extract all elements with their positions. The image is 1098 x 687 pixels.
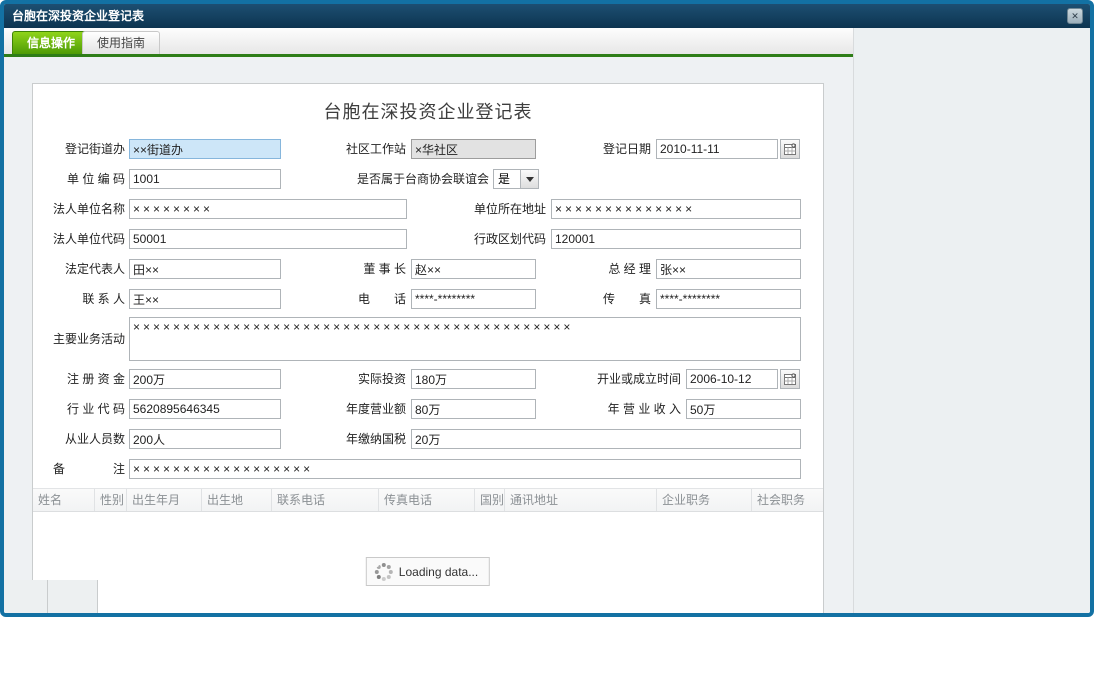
- contact-person-input[interactable]: [129, 289, 281, 309]
- field-label-contact-person: 联 系 人: [33, 289, 125, 309]
- field-label-opening-date: 开业或成立时间: [553, 369, 681, 389]
- legal-representative-input[interactable]: [129, 259, 281, 279]
- form-panel: 台胞在深投资企业登记表 登记街道办 社区工作站 登记日期: [32, 83, 824, 613]
- field-label-legal-representative: 法定代表人: [33, 259, 125, 279]
- register-date-input[interactable]: [656, 139, 778, 159]
- field-label-main-business: 主要业务活动: [33, 329, 125, 349]
- field-label-general-manager: 总 经 理: [553, 259, 651, 279]
- loading-indicator: Loading data...: [366, 557, 490, 586]
- field-label-fax: 传 真: [553, 289, 651, 309]
- field-label-legal-unit-code: 法人单位代码: [33, 229, 125, 249]
- calendar-icon: [784, 373, 797, 386]
- field-label-community-station: 社区工作站: [303, 139, 406, 159]
- field-label-legal-unit-name: 法人单位名称: [33, 199, 125, 219]
- tab-info-operation[interactable]: 信息操作: [12, 31, 90, 54]
- field-label-register-date: 登记日期: [553, 139, 651, 159]
- spinner-icon: [375, 563, 392, 580]
- tab-content: 台胞在深投资企业登记表 登记街道办 社区工作站 登记日期: [4, 57, 853, 613]
- admin-division-code-input[interactable]: [551, 229, 801, 249]
- field-label-annual-revenue: 年 营 业 收 入: [553, 399, 681, 419]
- industry-code-input[interactable]: [129, 399, 281, 419]
- page: 台胞在深投资企业登记表 ✕ 信息操作 使用指南 台胞在深投资企业登记表 登记街道…: [0, 0, 1098, 687]
- street-office-input[interactable]: [129, 139, 281, 159]
- right-empty-area: [853, 28, 1090, 613]
- legal-unit-name-input[interactable]: [129, 199, 407, 219]
- community-station-input[interactable]: [411, 139, 536, 159]
- remarks-input[interactable]: [129, 459, 801, 479]
- unit-address-input[interactable]: [551, 199, 801, 219]
- column-header-mailing-address[interactable]: 通讯地址: [505, 489, 657, 511]
- general-manager-input[interactable]: [656, 259, 801, 279]
- field-label-admin-division-code: 行政区划代码: [474, 229, 546, 249]
- annual-national-tax-input[interactable]: [411, 429, 801, 449]
- dropdown-arrow-button[interactable]: [520, 170, 538, 188]
- unit-code-input[interactable]: [129, 169, 281, 189]
- annual-turnover-input[interactable]: [411, 399, 536, 419]
- chairman-input[interactable]: [411, 259, 536, 279]
- field-label-unit-code: 单 位 编 码: [33, 169, 125, 189]
- pager-cell: [4, 580, 48, 613]
- tab-container: 信息操作 使用指南 台胞在深投资企业登记表 登记街道办 社区工作站 登记日期: [4, 28, 853, 613]
- legal-unit-code-input[interactable]: [129, 229, 407, 249]
- main-business-textarea[interactable]: ××××××××××××××××××××××××××××××××××××××××…: [129, 317, 801, 361]
- column-header-social-position[interactable]: 社会职务: [752, 489, 823, 511]
- association-selected-value: 是: [494, 170, 520, 188]
- column-header-gender[interactable]: 性别: [95, 489, 127, 511]
- form-title: 台胞在深投资企业登记表: [33, 98, 823, 124]
- field-label-annual-turnover: 年度营业额: [303, 399, 406, 419]
- field-label-annual-national-tax: 年缴纳国税: [303, 429, 406, 449]
- fax-input[interactable]: [656, 289, 801, 309]
- loading-text: Loading data...: [399, 565, 478, 579]
- dialog-titlebar[interactable]: 台胞在深投资企业登记表 ✕: [4, 4, 1090, 28]
- column-header-name[interactable]: 姓名: [33, 489, 95, 511]
- tab-strip: 信息操作 使用指南: [4, 28, 853, 54]
- employees-count-input[interactable]: [129, 429, 281, 449]
- field-label-employees-count: 从业人员数: [33, 429, 125, 449]
- association-select[interactable]: 是: [493, 169, 539, 189]
- grid-header: 姓名 性别 出生年月 出生地 联系电话 传真电话 国别 通讯地址 企业职务 社会…: [33, 488, 823, 512]
- field-label-remarks: 备 注: [33, 459, 125, 479]
- field-label-actual-investment: 实际投资: [303, 369, 406, 389]
- opening-date-input[interactable]: [686, 369, 778, 389]
- phone-input[interactable]: [411, 289, 536, 309]
- chevron-down-icon: [526, 177, 534, 182]
- column-header-fax-phone[interactable]: 传真电话: [379, 489, 475, 511]
- field-label-registered-capital: 注 册 资 金: [33, 369, 125, 389]
- register-date-calendar-button[interactable]: [780, 139, 800, 159]
- close-icon: ✕: [1071, 11, 1079, 21]
- pager-cell: [48, 580, 98, 613]
- annual-revenue-input[interactable]: [686, 399, 801, 419]
- dialog-window: 台胞在深投资企业登记表 ✕ 信息操作 使用指南 台胞在深投资企业登记表 登记街道…: [0, 0, 1094, 617]
- field-label-industry-code: 行 业 代 码: [33, 399, 125, 419]
- calendar-icon: [784, 143, 797, 156]
- field-label-street-office: 登记街道办: [33, 139, 125, 159]
- column-header-birthplace[interactable]: 出生地: [202, 489, 272, 511]
- field-label-unit-address: 单位所在地址: [474, 199, 546, 219]
- registered-capital-input[interactable]: [129, 369, 281, 389]
- field-label-phone: 电 话: [303, 289, 406, 309]
- field-label-association: 是否属于台商协会联谊会: [323, 169, 489, 189]
- actual-investment-input[interactable]: [411, 369, 536, 389]
- column-header-contact-phone[interactable]: 联系电话: [272, 489, 379, 511]
- grid-pager: [4, 580, 98, 613]
- field-label-chairman: 董 事 长: [303, 259, 406, 279]
- column-header-company-position[interactable]: 企业职务: [657, 489, 752, 511]
- opening-date-calendar-button[interactable]: [780, 369, 800, 389]
- dialog-title: 台胞在深投资企业登记表: [12, 9, 144, 23]
- tab-user-guide[interactable]: 使用指南: [82, 31, 160, 54]
- column-header-nationality[interactable]: 国别: [475, 489, 505, 511]
- column-header-birth-date[interactable]: 出生年月: [127, 489, 202, 511]
- close-button[interactable]: ✕: [1067, 8, 1083, 24]
